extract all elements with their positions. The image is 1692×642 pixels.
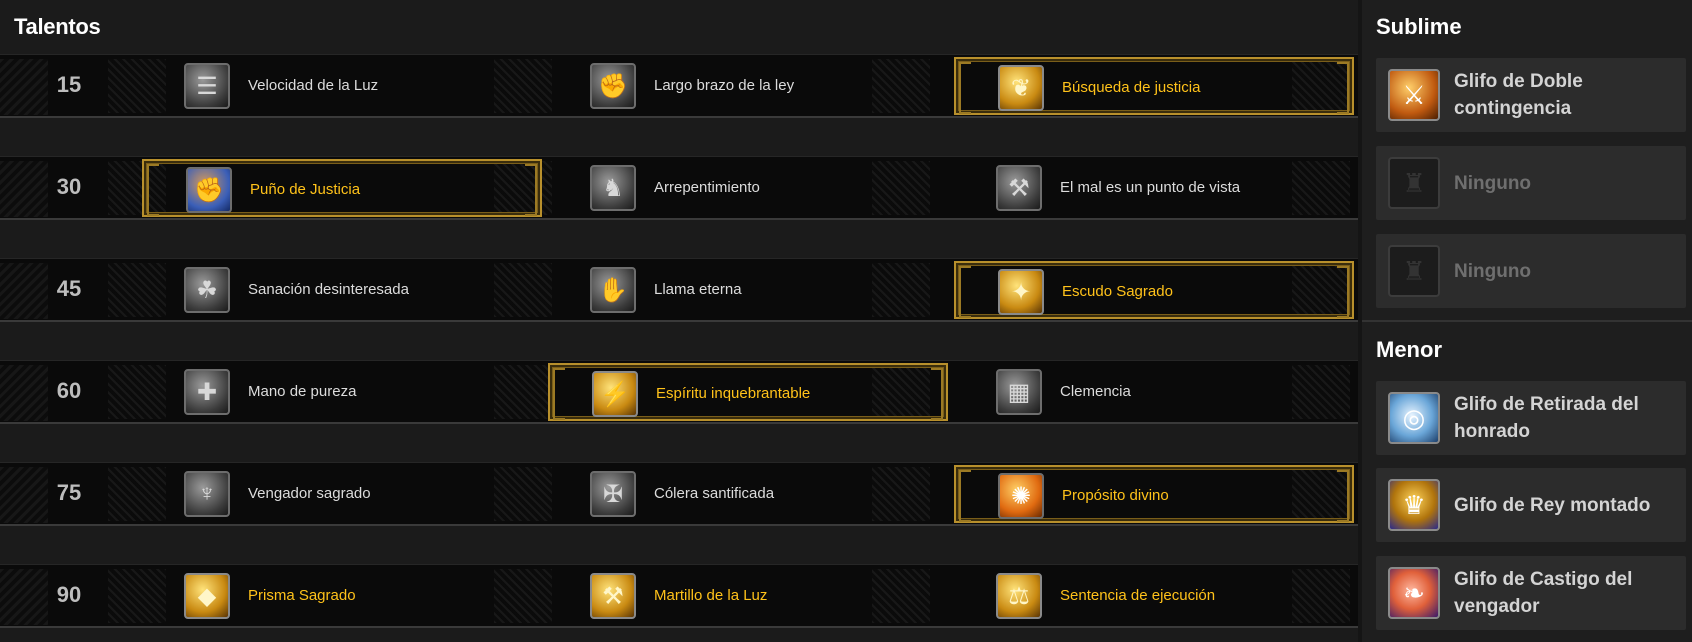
tier-row-60: 60 ✚ Mano de pureza ⚡ Espíritu inquebran… [0, 360, 1358, 424]
tier-row-90: 90 ◆ Prisma Sagrado ⚒ Martillo de la Luz… [0, 564, 1358, 628]
major-glyph-slot[interactable]: ⚔ Glifo de Doble contingencia [1376, 58, 1686, 132]
minor-glyph-slot[interactable]: ❧ Glifo de Castigo del vengador [1376, 556, 1686, 630]
talent-label: Puño de Justicia [250, 181, 361, 198]
glyph-label: Glifo de Rey montado [1454, 494, 1651, 516]
spirit-icon: ⚡ [592, 371, 638, 417]
purpose-icon: ✺ [998, 473, 1044, 519]
glyph-label: Glifo de Castigo del vengador [1454, 569, 1633, 617]
talent-option[interactable]: ♆ Vengador sagrado [142, 465, 542, 523]
talent-option[interactable]: ✚ Mano de pureza [142, 363, 542, 421]
light-hammer-icon: ⚒ [590, 573, 636, 619]
talent-option[interactable]: ✊ Largo brazo de la ley [548, 57, 948, 115]
tier-level: 90 [56, 582, 82, 607]
empty-glyph-icon: ♜ [1388, 157, 1440, 209]
talent-label: Velocidad de la Luz [248, 77, 379, 94]
divider [1362, 320, 1692, 322]
double-jeopardy-icon: ⚔ [1388, 69, 1440, 121]
tier-row-15: 15 ☰ Velocidad de la Luz ✊ Largo brazo d… [0, 54, 1358, 118]
talent-label: Clemencia [1060, 383, 1131, 400]
glyph-label: Ninguno [1454, 172, 1532, 194]
talent-option-selected[interactable]: ⚡ Espíritu inquebrantable [548, 363, 948, 421]
talent-option[interactable]: ⚒ Martillo de la Luz [548, 567, 948, 625]
tier-level: 15 [56, 72, 82, 97]
gauntlet-icon: ✊ [186, 167, 232, 213]
talent-label: Vengador sagrado [248, 485, 371, 502]
talent-option-selected[interactable]: ✺ Propósito divino [954, 465, 1354, 523]
talent-option[interactable]: ▦ Clemencia [954, 363, 1354, 421]
empty-glyph-icon: ♜ [1388, 245, 1440, 297]
shield-swirl-icon: ◎ [1388, 392, 1440, 444]
talent-label: Propósito divino [1062, 487, 1169, 504]
hammer-icon: ⚒ [996, 165, 1042, 211]
tier-row-30: 30 ✊ Puño de Justicia ♞ Arrepentimiento … [0, 156, 1358, 220]
minor-glyphs-title: Menor [1376, 337, 1442, 362]
talent-option[interactable]: ✋ Llama eterna [548, 261, 948, 319]
talent-label: Prisma Sagrado [248, 587, 356, 604]
minor-glyph-slot[interactable]: ♛ Glifo de Rey montado [1376, 468, 1686, 542]
talent-option[interactable]: ☘ Sanación desinteresada [142, 261, 542, 319]
talent-label: Mano de pureza [248, 383, 357, 400]
talents-panel: Talentos 15 ☰ Velocidad de la Luz ✊ Larg… [0, 0, 1358, 642]
talent-label: Sentencia de ejecución [1060, 587, 1216, 604]
kneeling-icon: ♞ [590, 165, 636, 211]
fist-icon: ✊ [590, 63, 636, 109]
flame-icon: ✋ [590, 267, 636, 313]
talent-option[interactable]: ⚖ Sentencia de ejecución [954, 567, 1354, 625]
talent-label: Llama eterna [654, 281, 742, 298]
major-glyphs-title: Sublime [1376, 14, 1462, 39]
talent-label: Largo brazo de la ley [654, 77, 795, 94]
stones-icon: ▦ [996, 369, 1042, 415]
tier-row-45: 45 ☘ Sanación desinteresada ✋ Llama eter… [0, 258, 1358, 322]
talent-label: Arrepentimiento [654, 179, 760, 196]
talent-option-selected[interactable]: ❦ Búsqueda de justicia [954, 57, 1354, 115]
talent-label: Espíritu inquebrantable [656, 385, 811, 402]
prism-icon: ◆ [184, 573, 230, 619]
talent-label: Sanación desinteresada [248, 281, 409, 298]
glyph-label: Glifo de Doble contingencia [1454, 71, 1583, 119]
glyph-label: Ninguno [1454, 260, 1532, 282]
cross-icon: ✚ [184, 369, 230, 415]
tier-level: 75 [56, 480, 82, 505]
talent-label: Búsqueda de justicia [1062, 79, 1201, 96]
hands-icon: ☘ [184, 267, 230, 313]
talent-option-selected[interactable]: ✊ Puño de Justicia [142, 159, 542, 217]
talent-option[interactable]: ☰ Velocidad de la Luz [142, 57, 542, 115]
feather-icon: ❧ [1388, 567, 1440, 619]
talent-option[interactable]: ✠ Cólera santificada [548, 465, 948, 523]
talent-label: Martillo de la Luz [654, 587, 768, 604]
talent-label: Escudo Sagrado [1062, 283, 1173, 300]
speed-icon: ☰ [184, 63, 230, 109]
helmet-icon: ♛ [1388, 479, 1440, 531]
minor-glyph-slot[interactable]: ◎ Glifo de Retirada del honrado [1376, 381, 1686, 455]
talent-option[interactable]: ◆ Prisma Sagrado [142, 567, 542, 625]
talent-option[interactable]: ♞ Arrepentimiento [548, 159, 948, 217]
wrath-icon: ✠ [590, 471, 636, 517]
tier-level: 30 [56, 174, 82, 199]
major-glyph-slot[interactable]: ♜ Ninguno [1376, 234, 1686, 308]
glyph-label: Glifo de Retirada del honrado [1454, 394, 1639, 442]
talent-label: El mal es un punto de vista [1060, 179, 1241, 196]
tier-row-75: 75 ♆ Vengador sagrado ✠ Cólera santifica… [0, 462, 1358, 526]
glyphs-panel: Sublime ⚔ Glifo de Doble contingencia ♜ … [1362, 0, 1692, 642]
wings-icon: ❦ [998, 65, 1044, 111]
talents-title: Talentos [14, 14, 101, 39]
sentence-icon: ⚖ [996, 573, 1042, 619]
talent-label: Cólera santificada [654, 485, 775, 502]
angel-icon: ♆ [184, 471, 230, 517]
tier-level: 60 [56, 378, 82, 403]
talent-option-selected[interactable]: ✦ Escudo Sagrado [954, 261, 1354, 319]
major-glyph-slot[interactable]: ♜ Ninguno [1376, 146, 1686, 220]
tier-level: 45 [56, 276, 82, 301]
shield-icon: ✦ [998, 269, 1044, 315]
talent-option[interactable]: ⚒ El mal es un punto de vista [954, 159, 1354, 217]
